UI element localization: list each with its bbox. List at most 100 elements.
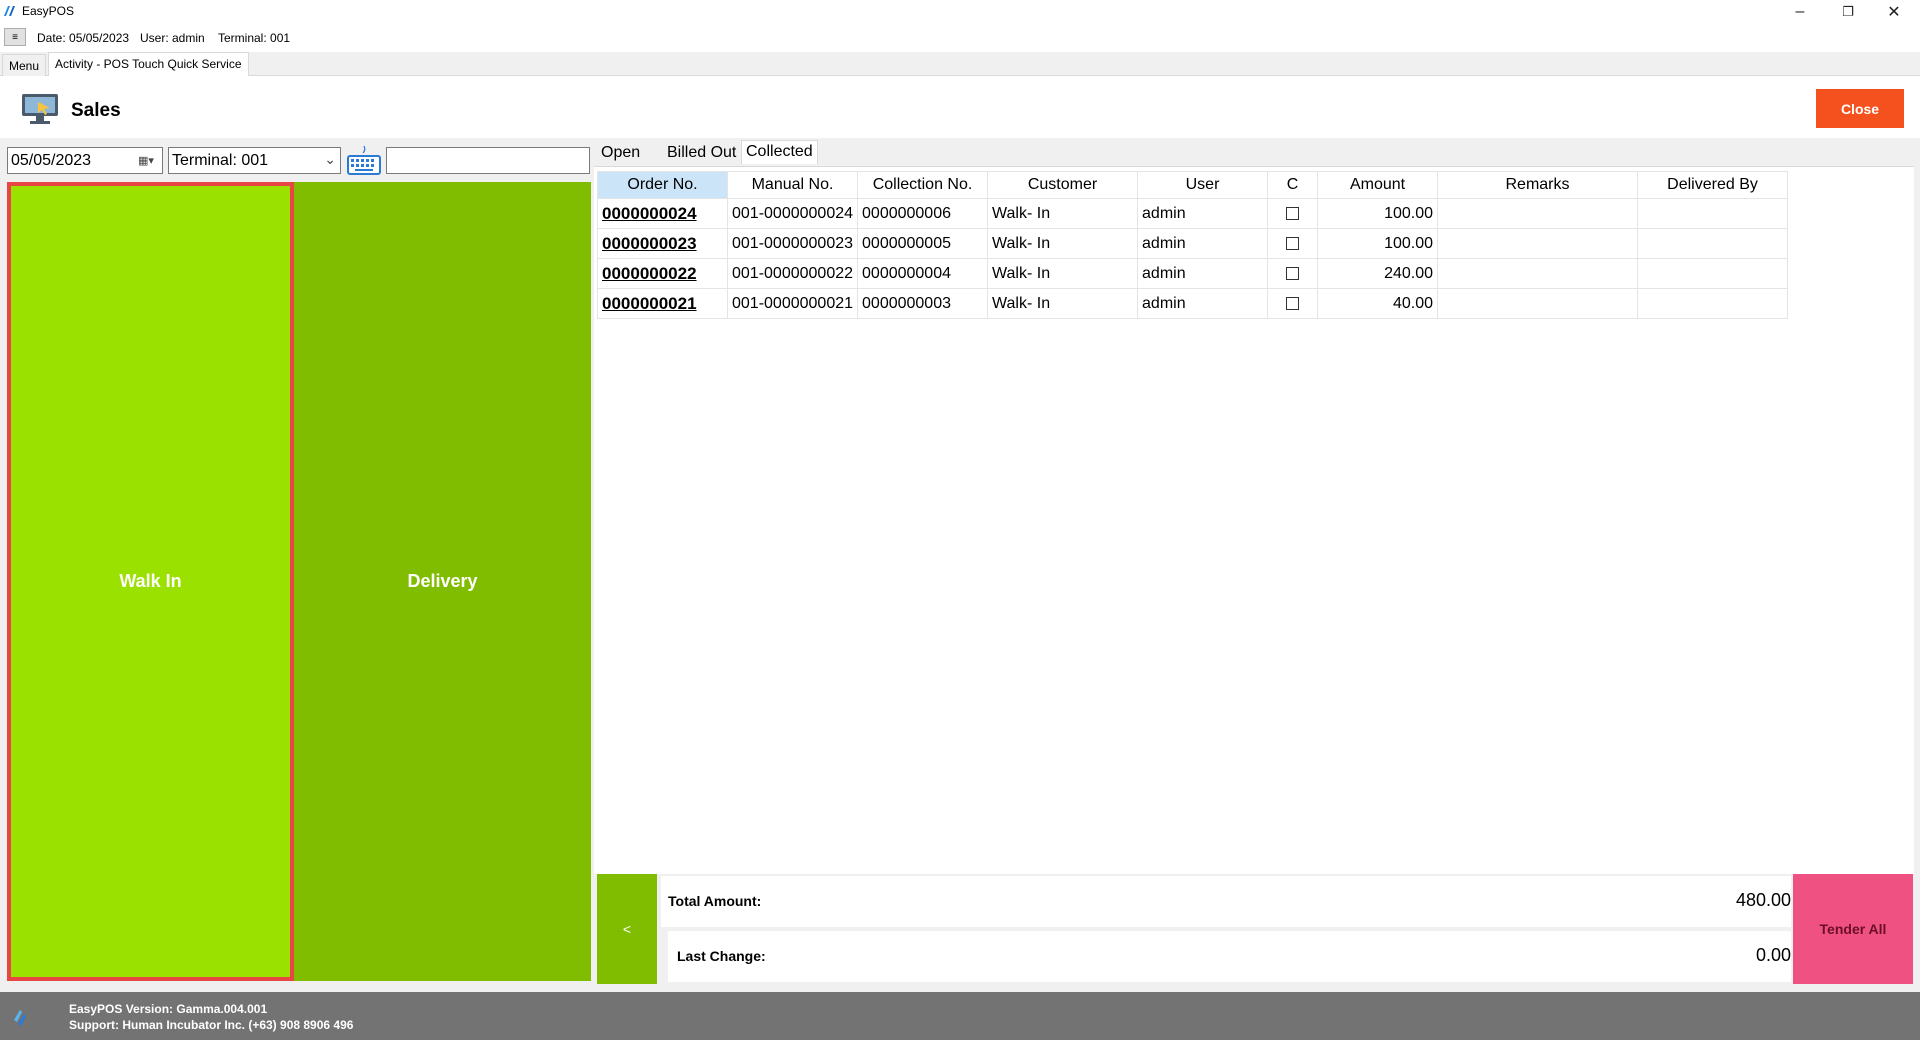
info-user: User: admin bbox=[140, 31, 205, 45]
orders-grid: Order No. Manual No. Collection No. Cust… bbox=[594, 166, 1914, 874]
collection-no-cell: 0000000006 bbox=[857, 198, 989, 229]
delivered-by-cell bbox=[1637, 228, 1789, 259]
collection-no-cell: 0000000005 bbox=[857, 228, 989, 259]
total-amount-value: 480.00 bbox=[1735, 890, 1791, 910]
amount-cell: 100.00 bbox=[1317, 228, 1439, 259]
page-header: Sales Close bbox=[0, 76, 1920, 138]
info-terminal: Terminal: 001 bbox=[218, 31, 291, 45]
tab-strip: Menu Activity - POS Touch Quick Service bbox=[0, 52, 1920, 76]
last-change-value: 0.00 bbox=[1755, 945, 1791, 965]
order-no-link[interactable]: 0000000022 bbox=[597, 258, 728, 289]
amount-cell: 40.00 bbox=[1317, 288, 1439, 319]
restore-button[interactable]: ❐ bbox=[1826, 0, 1870, 24]
tender-all-button[interactable]: Tender All bbox=[1793, 874, 1913, 984]
search-input[interactable] bbox=[386, 147, 590, 174]
app-title: EasyPOS bbox=[22, 4, 75, 18]
delivered-by-cell bbox=[1637, 288, 1789, 319]
c-checkbox[interactable] bbox=[1286, 266, 1300, 280]
order-type-panel: Walk In Delivery bbox=[7, 182, 591, 981]
delivered-by-cell bbox=[1637, 198, 1789, 229]
remarks-cell bbox=[1437, 228, 1639, 259]
table-row[interactable]: 0000000021 001-0000000021 0000000003 Wal… bbox=[597, 288, 1789, 319]
col-delivered-by[interactable]: Delivered By bbox=[1637, 171, 1789, 199]
minimize-button[interactable]: – bbox=[1778, 0, 1822, 24]
human-incubator-logo-icon bbox=[14, 1010, 26, 1026]
tab-collected[interactable]: Collected bbox=[741, 140, 818, 164]
c-cell bbox=[1267, 258, 1319, 289]
c-cell bbox=[1267, 288, 1319, 319]
user-cell: admin bbox=[1137, 258, 1269, 289]
title-bar: EasyPOS – ❐ ✕ bbox=[0, 0, 1920, 24]
window-close-button[interactable]: ✕ bbox=[1872, 0, 1916, 24]
user-cell: admin bbox=[1137, 228, 1269, 259]
manual-no-cell: 001-0000000023 bbox=[726, 228, 859, 259]
col-remarks[interactable]: Remarks bbox=[1437, 171, 1639, 199]
pos-monitor-icon bbox=[22, 94, 58, 124]
orders-table: Order No. Manual No. Collection No. Cust… bbox=[597, 171, 1789, 319]
manual-no-cell: 001-0000000024 bbox=[726, 198, 859, 229]
user-cell: admin bbox=[1137, 198, 1269, 229]
delivered-by-cell bbox=[1637, 258, 1789, 289]
manual-no-cell: 001-0000000022 bbox=[726, 258, 859, 289]
last-change-label: Last Change: bbox=[677, 948, 766, 964]
col-amount[interactable]: Amount bbox=[1317, 171, 1439, 199]
col-collection-no[interactable]: Collection No. bbox=[857, 171, 989, 199]
table-header-row: Order No. Manual No. Collection No. Cust… bbox=[597, 171, 1789, 199]
app-logo-icon bbox=[4, 6, 15, 16]
last-change-row: Last Change: 0.00 bbox=[668, 931, 1791, 982]
tab-open[interactable]: Open bbox=[597, 142, 644, 166]
user-cell: admin bbox=[1137, 288, 1269, 319]
keyboard-icon[interactable] bbox=[346, 144, 382, 176]
c-checkbox[interactable] bbox=[1286, 296, 1300, 310]
col-user[interactable]: User bbox=[1137, 171, 1269, 199]
total-amount-row: Total Amount: 480.00 bbox=[661, 876, 1791, 927]
terminal-value: Terminal: 001 bbox=[172, 152, 269, 169]
page-title: Sales bbox=[71, 100, 121, 121]
tab-billed-out[interactable]: Billed Out bbox=[663, 142, 740, 166]
chevron-down-icon: ⌄ bbox=[324, 151, 336, 167]
tab-activity[interactable]: Activity - POS Touch Quick Service bbox=[48, 52, 249, 76]
customer-cell: Walk- In bbox=[987, 198, 1139, 229]
delivery-tile[interactable]: Delivery bbox=[294, 182, 591, 981]
collection-no-cell: 0000000003 bbox=[857, 288, 989, 319]
walk-in-tile[interactable]: Walk In bbox=[7, 182, 294, 981]
footer-support: Support: Human Incubator Inc. (+63) 908 … bbox=[69, 1018, 354, 1032]
remarks-cell bbox=[1437, 258, 1639, 289]
col-customer[interactable]: Customer bbox=[987, 171, 1139, 199]
order-no-link[interactable]: 0000000023 bbox=[597, 228, 728, 259]
menu-toggle-button[interactable]: ≡ bbox=[4, 28, 26, 46]
amount-cell: 100.00 bbox=[1317, 198, 1439, 229]
date-picker[interactable]: 05/05/2023 ▦▾ bbox=[7, 147, 163, 174]
total-amount-label: Total Amount: bbox=[668, 893, 762, 909]
collection-no-cell: 0000000004 bbox=[857, 258, 989, 289]
totals-panel: Total Amount: 480.00 Last Change: 0.00 bbox=[661, 874, 1791, 984]
table-row[interactable]: 0000000023 001-0000000023 0000000005 Wal… bbox=[597, 228, 1789, 259]
date-value: 05/05/2023 bbox=[11, 152, 92, 169]
col-manual-no[interactable]: Manual No. bbox=[726, 171, 859, 199]
customer-cell: Walk- In bbox=[987, 258, 1139, 289]
table-row[interactable]: 0000000022 001-0000000022 0000000004 Wal… bbox=[597, 258, 1789, 289]
close-button[interactable]: Close bbox=[1816, 89, 1904, 128]
c-checkbox[interactable] bbox=[1286, 236, 1300, 250]
order-no-link[interactable]: 0000000024 bbox=[597, 198, 728, 229]
amount-cell: 240.00 bbox=[1317, 258, 1439, 289]
terminal-select[interactable]: Terminal: 001 ⌄ bbox=[168, 147, 341, 174]
calendar-icon[interactable]: ▦▾ bbox=[138, 154, 158, 168]
c-cell bbox=[1267, 228, 1319, 259]
table-row[interactable]: 0000000024 001-0000000024 0000000006 Wal… bbox=[597, 198, 1789, 229]
col-c[interactable]: C bbox=[1267, 171, 1319, 199]
footer-version: EasyPOS Version: Gamma.004.001 bbox=[69, 1002, 268, 1016]
human-incubator-logo bbox=[12, 1006, 64, 1028]
customer-cell: Walk- In bbox=[987, 228, 1139, 259]
remarks-cell bbox=[1437, 198, 1639, 229]
order-no-link[interactable]: 0000000021 bbox=[597, 288, 728, 319]
col-order-no[interactable]: Order No. bbox=[597, 171, 728, 199]
customer-cell: Walk- In bbox=[987, 288, 1139, 319]
tab-menu[interactable]: Menu bbox=[2, 54, 47, 76]
info-bar: ≡ Date: 05/05/2023 User: admin Terminal:… bbox=[0, 24, 1920, 50]
manual-no-cell: 001-0000000021 bbox=[726, 288, 859, 319]
status-footer: EasyPOS Version: Gamma.004.001 Support: … bbox=[0, 992, 1920, 1040]
c-checkbox[interactable] bbox=[1286, 206, 1300, 220]
back-button[interactable]: < bbox=[597, 874, 657, 984]
info-date: Date: 05/05/2023 bbox=[37, 31, 130, 45]
